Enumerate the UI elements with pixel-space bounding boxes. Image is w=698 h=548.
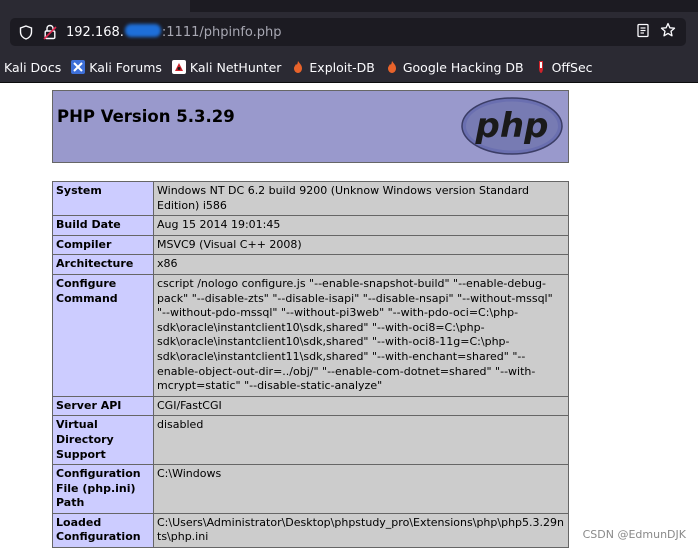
tab-strip [0, 0, 698, 12]
row-key: System [52, 180, 154, 217]
bookmark-kali-docs[interactable]: Kali Docs [0, 55, 66, 79]
redacted-host [124, 24, 161, 37]
nethunter-icon [171, 60, 186, 74]
bookmark-label: Exploit-DB [309, 59, 375, 75]
exploit-db-icon [291, 60, 305, 74]
php-version-header: PHP Version 5.3.29 php [52, 90, 569, 163]
row-value: CGI/FastCGI [153, 395, 569, 417]
address-bar[interactable]: 192.168.:1111/phpinfo.php [10, 18, 686, 46]
row-key: Compiler [52, 234, 154, 256]
row-key: Architecture [52, 254, 154, 275]
row-key: Build Date [52, 215, 154, 236]
bookmark-label: Kali Docs [4, 59, 62, 75]
php-info-table: System Windows NT DC 6.2 build 9200 (Unk… [52, 180, 569, 548]
row-value: C:\Windows [153, 464, 569, 514]
bookmark-kali-nethunter[interactable]: Kali NetHunter [167, 55, 286, 79]
row-value: Windows NT DC 6.2 build 9200 (Unknow Win… [153, 180, 569, 217]
reader-view-icon[interactable] [636, 23, 650, 42]
shield-icon[interactable] [18, 24, 34, 40]
row-value: x86 [153, 254, 569, 275]
row-key: Configuration File (php.ini) Path [52, 464, 154, 514]
bookmark-label: Google Hacking DB [402, 59, 524, 75]
row-key: Configure Command [52, 273, 154, 397]
page-content: PHP Version 5.3.29 php System Windows NT… [0, 83, 698, 548]
table-row: Compiler MSVC9 (Visual C++ 2008) [52, 234, 569, 256]
bookmark-star-icon[interactable] [660, 22, 676, 42]
table-row: Server API CGI/FastCGI [52, 395, 569, 417]
active-tab[interactable] [0, 0, 190, 12]
bookmark-label: Kali Forums [89, 59, 162, 75]
table-row: System Windows NT DC 6.2 build 9200 (Unk… [52, 180, 569, 217]
table-row: Loaded Configuration C:\Users\Administra… [52, 512, 569, 548]
row-value: C:\Users\Administrator\Desktop\phpstudy_… [153, 512, 569, 548]
csdn-watermark: CSDN @EdmunDJK [582, 528, 686, 541]
bookmark-google-hacking-db[interactable]: Google Hacking DB [380, 55, 529, 79]
navigation-toolbar: 192.168.:1111/phpinfo.php [0, 12, 698, 52]
bookmark-offsec[interactable]: OffSec [529, 55, 598, 79]
insecure-lock-icon[interactable] [42, 24, 58, 40]
url-text[interactable]: 192.168.:1111/phpinfo.php [66, 24, 282, 40]
table-row: Configuration File (php.ini) Path C:\Win… [52, 464, 569, 514]
svg-text:php: php [475, 106, 549, 146]
php-logo-icon: php [461, 97, 563, 155]
bookmark-label: OffSec [551, 59, 593, 75]
table-row: Build Date Aug 15 2014 19:01:45 [52, 215, 569, 236]
row-key: Virtual Directory Support [52, 415, 154, 466]
bookmark-kali-forums[interactable]: Kali Forums [66, 55, 167, 79]
ghdb-icon [385, 60, 399, 74]
bookmarks-toolbar: Kali Docs Kali Forums Kali NetHunter Exp… [0, 52, 698, 83]
table-row: Virtual Directory Support disabled [52, 415, 569, 466]
row-key: Server API [52, 395, 154, 417]
row-key: Loaded Configuration [52, 512, 154, 548]
row-value: Aug 15 2014 19:01:45 [153, 215, 569, 236]
offsec-icon [534, 60, 548, 74]
table-row: Architecture x86 [52, 254, 569, 275]
page-title: PHP Version 5.3.29 [57, 107, 235, 126]
bookmark-exploit-db[interactable]: Exploit-DB [286, 55, 379, 79]
row-value: MSVC9 (Visual C++ 2008) [153, 234, 569, 256]
bookmark-label: Kali NetHunter [189, 59, 282, 75]
row-value: cscript /nologo configure.js "--enable-s… [153, 273, 569, 397]
row-value: disabled [153, 415, 569, 466]
table-row: Configure Command cscript /nologo config… [52, 273, 569, 397]
kali-forums-icon [71, 60, 86, 74]
